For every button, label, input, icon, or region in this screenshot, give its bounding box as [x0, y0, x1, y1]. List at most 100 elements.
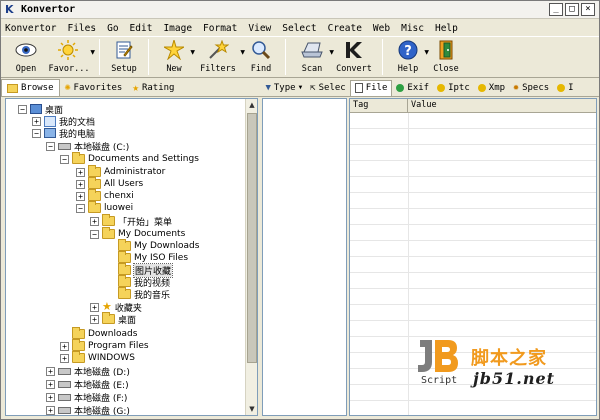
tree-item-windows[interactable]: + WINDOWS: [60, 351, 135, 364]
tab-select-label: Selec: [318, 82, 346, 93]
new-label: New: [166, 64, 182, 74]
tab-more[interactable]: I: [553, 80, 577, 96]
favorites-button[interactable]: ▼ Favor...: [45, 37, 95, 77]
close-button[interactable]: Close: [427, 37, 465, 77]
scroll-up-icon[interactable]: ▲: [247, 99, 257, 111]
tree-item-start-menu[interactable]: + 「开始」菜单: [90, 214, 172, 228]
menu-edit[interactable]: Edit: [130, 23, 153, 34]
tree-item-documents-and-settings[interactable]: − Documents and Settings: [60, 152, 199, 165]
minimize-button[interactable]: _: [549, 3, 563, 16]
tree-item-all-users[interactable]: + All Users: [76, 177, 143, 190]
konvertor-app-icon: K: [5, 2, 14, 16]
expand-icon[interactable]: +: [46, 379, 55, 389]
star-folder-icon: ★: [102, 300, 112, 313]
menu-go[interactable]: Go: [107, 23, 118, 34]
find-button[interactable]: Find: [243, 37, 279, 77]
tree-item-favorites[interactable]: + ★ 收藏夹: [90, 300, 142, 314]
menu-view[interactable]: View: [248, 23, 271, 34]
tab-more-label: I: [568, 82, 574, 93]
tab-iptc[interactable]: Iptc: [433, 80, 474, 96]
menu-konvertor[interactable]: Konvertor: [5, 23, 56, 34]
tree-item-my-music[interactable]: 我的音乐: [106, 287, 170, 301]
filters-button[interactable]: ▼ Filters: [193, 37, 245, 77]
collapse-icon[interactable]: −: [46, 141, 55, 151]
expand-icon[interactable]: +: [46, 366, 55, 376]
collapse-icon[interactable]: −: [60, 154, 69, 164]
expand-icon[interactable]: +: [90, 314, 99, 324]
tree-item-chenxi[interactable]: + chenxi: [76, 189, 134, 202]
scroll-down-icon[interactable]: ▼: [247, 403, 257, 415]
menu-web[interactable]: Web: [373, 23, 390, 34]
collapse-icon[interactable]: −: [32, 128, 41, 138]
column-header-value[interactable]: Value: [408, 99, 596, 112]
convert-button[interactable]: Convert: [332, 37, 376, 77]
menu-misc[interactable]: Misc: [401, 23, 424, 34]
tree-item-drive-g[interactable]: + 本地磁盘 (G:): [46, 404, 130, 415]
expand-icon[interactable]: +: [76, 179, 85, 189]
tree-item-my-video[interactable]: 我的视频: [106, 275, 170, 289]
tree-item-drive-d[interactable]: + 本地磁盘 (D:): [46, 365, 130, 378]
close-label: Close: [433, 64, 459, 74]
expand-icon[interactable]: +: [90, 302, 99, 312]
setup-button[interactable]: Setup: [106, 37, 142, 77]
open-button[interactable]: Open: [7, 37, 45, 77]
tree-label: Administrator: [104, 167, 166, 177]
more-dot-icon: [557, 83, 566, 92]
grid-divider: [408, 113, 409, 415]
tab-xmp[interactable]: Xmp: [474, 80, 509, 96]
expand-icon[interactable]: +: [46, 392, 55, 402]
tab-select[interactable]: ⇱ Selec: [306, 80, 350, 96]
tree-item-my-computer[interactable]: − 我的电脑: [32, 127, 95, 140]
tab-rating[interactable]: ★ Rating: [127, 79, 179, 96]
help-button[interactable]: ? ▼ Help: [389, 37, 429, 77]
tree-item-picture-favorites[interactable]: 图片收藏: [106, 262, 174, 278]
expand-icon[interactable]: +: [32, 116, 41, 126]
tree-item-my-docs[interactable]: + 我的文档: [32, 115, 95, 128]
tab-favorites[interactable]: ✺ Favorites: [60, 79, 128, 96]
collapse-icon[interactable]: −: [90, 229, 99, 239]
tab-exif[interactable]: Exif: [392, 80, 433, 96]
menu-select[interactable]: Select: [282, 23, 316, 34]
xmp-dot-icon: [477, 83, 486, 92]
exit-door-icon: [434, 39, 458, 61]
chevron-down-icon[interactable]: ▼: [90, 49, 95, 56]
tab-browse[interactable]: Browse: [1, 79, 60, 96]
tree-item-desktop[interactable]: − 桌面: [18, 103, 63, 116]
tree-label: WINDOWS: [88, 353, 135, 363]
tree-item-luowei[interactable]: − luowei: [76, 201, 133, 214]
tree-item-drive-e[interactable]: + 本地磁盘 (E:): [46, 378, 129, 391]
expand-icon[interactable]: +: [46, 405, 55, 415]
menu-help[interactable]: Help: [435, 23, 458, 34]
collapse-icon[interactable]: −: [76, 203, 85, 213]
file-list[interactable]: [262, 98, 347, 416]
scroll-thumb[interactable]: [247, 113, 257, 363]
setup-label: Setup: [111, 64, 137, 74]
menu-create[interactable]: Create: [328, 23, 362, 34]
expand-icon[interactable]: +: [60, 353, 69, 363]
menu-files[interactable]: Files: [67, 23, 96, 34]
tab-file[interactable]: File: [349, 79, 393, 96]
collapse-icon[interactable]: −: [18, 104, 27, 114]
hard-drive-icon: [58, 406, 71, 414]
menu-image[interactable]: Image: [163, 23, 192, 34]
tree-scrollbar[interactable]: ▲ ▼: [245, 99, 257, 415]
tab-specs[interactable]: ✹ Specs: [509, 80, 553, 96]
expand-icon[interactable]: +: [90, 216, 99, 226]
expand-icon[interactable]: +: [60, 341, 69, 351]
expand-icon[interactable]: +: [76, 191, 85, 201]
column-header-tag[interactable]: Tag: [350, 99, 408, 112]
new-button[interactable]: ▼ New: [155, 37, 195, 77]
close-window-button[interactable]: ×: [581, 3, 595, 16]
folder-tree[interactable]: − 桌面 + 我的文档 − 我的电脑 − 本地磁盘 (C:) − Documen…: [5, 98, 258, 416]
favorites-sun-icon: ✺: [64, 82, 71, 93]
maximize-button[interactable]: □: [565, 3, 579, 16]
expand-icon[interactable]: +: [76, 167, 85, 177]
svg-text:?: ?: [404, 44, 412, 59]
tree-item-desktop-folder[interactable]: + 桌面: [90, 312, 136, 326]
scan-button[interactable]: ▼ Scan: [292, 37, 334, 77]
tree-item-my-documents[interactable]: − My Documents: [90, 227, 185, 240]
tree-item-drive-f[interactable]: + 本地磁盘 (F:): [46, 391, 127, 404]
tree-item-drive-c[interactable]: − 本地磁盘 (C:): [46, 140, 129, 153]
tab-type[interactable]: ▼ Type ▼: [261, 80, 306, 96]
menu-format[interactable]: Format: [203, 23, 237, 34]
